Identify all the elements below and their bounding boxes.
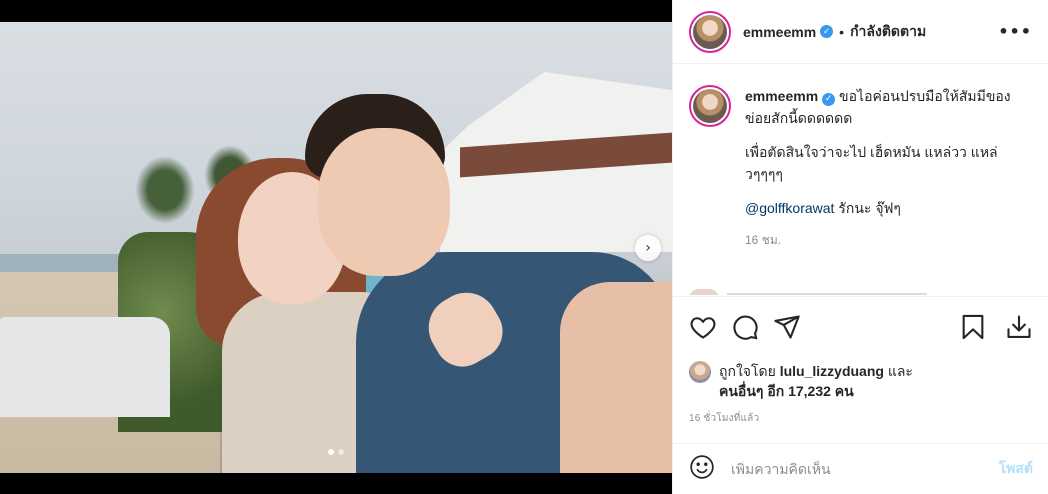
photo-wall — [0, 317, 170, 417]
add-comment-bar: โพสต์ — [673, 443, 1048, 494]
avatar-image — [693, 89, 727, 123]
photo-man-face — [318, 128, 450, 276]
action-bar — [689, 297, 1033, 357]
likes-prefix: ถูกใจโดย — [719, 363, 780, 379]
comment-icon[interactable] — [731, 313, 759, 341]
carousel-next-button[interactable]: › — [635, 235, 661, 261]
actions-area: ถูกใจโดย lulu_lizzyduang และ คนอื่นๆ อีก… — [673, 296, 1048, 426]
carousel-indicator — [0, 449, 672, 455]
likes-summary: ถูกใจโดย lulu_lizzyduang และ คนอื่นๆ อีก… — [719, 361, 913, 401]
post-photo[interactable] — [0, 22, 672, 473]
separator-dot: • — [839, 23, 845, 40]
comment-input[interactable] — [731, 461, 999, 477]
likes-joiner: และ — [883, 363, 913, 379]
post-side-panel: emmeemm ✓ • กำลังติดตาม ••• emmeemm ✓ ขอไ… — [672, 0, 1048, 494]
liker-avatar[interactable] — [689, 361, 711, 383]
mention-suffix: รักนะ จุ๊ฟๆ — [834, 200, 901, 216]
caption-username[interactable]: emmeemm — [745, 88, 818, 104]
chevron-right-icon: › — [645, 240, 651, 256]
photo-arm — [560, 282, 672, 473]
caption-text-line2: เพื่อตัดสินใจว่าจะไป เฮ็ดหมัน แหล่วว แหล… — [745, 144, 998, 182]
download-icon[interactable] — [1005, 313, 1033, 341]
post-comment-button[interactable]: โพสต์ — [999, 458, 1033, 480]
photo-palm — [130, 150, 200, 230]
more-options-button[interactable]: ••• — [998, 22, 1032, 41]
action-bar-right — [959, 313, 1033, 341]
liker-username[interactable]: lulu_lizzyduang — [780, 363, 884, 379]
post-header: emmeemm ✓ • กำลังติดตาม ••• — [673, 0, 1048, 64]
caption-timestamp[interactable]: 16 ชม. — [745, 229, 1033, 251]
following-button[interactable]: กำลังติดตาม — [850, 21, 926, 43]
caption-first-paragraph: emmeemm ✓ ขอไอค่อนปรบมือให้สัมมีของข่อยสั… — [745, 85, 1033, 129]
heart-icon[interactable] — [689, 313, 717, 341]
likes-row: ถูกใจโดย lulu_lizzyduang และ คนอื่นๆ อีก… — [689, 361, 1033, 401]
caption-body: emmeemm ✓ ขอไอค่อนปรบมือให้สัมมีของข่อยสั… — [745, 85, 1033, 251]
mention-link[interactable]: @golffkorawat — [745, 200, 834, 216]
avatar-image — [693, 14, 727, 49]
emoji-icon[interactable] — [689, 454, 715, 485]
comments-section: emmeemm ✓ ขอไอค่อนปรบมือให้สัมมีของข่อยสั… — [673, 65, 1048, 295]
post-timestamp[interactable]: 16 ชั่วโมงที่แล้ว — [689, 411, 1033, 426]
next-comment-preview — [727, 293, 927, 295]
likes-count-link[interactable]: คนอื่นๆ อีก 17,232 คน — [719, 383, 854, 399]
username-link[interactable]: emmeemm — [743, 24, 816, 40]
verified-icon: ✓ — [820, 25, 834, 38]
carousel-dot — [338, 449, 344, 455]
caption-mention-paragraph: @golffkorawat รักนะ จุ๊ฟๆ — [745, 197, 1033, 219]
avatar[interactable] — [689, 85, 731, 127]
share-icon[interactable] — [773, 313, 801, 341]
bookmark-icon[interactable] — [959, 313, 987, 341]
next-comment-avatar — [689, 289, 719, 295]
carousel-dot-active — [328, 449, 334, 455]
avatar[interactable] — [689, 10, 731, 53]
verified-icon: ✓ — [822, 92, 836, 106]
caption: emmeemm ✓ ขอไอค่อนปรบมือให้สัมมีของข่อยสั… — [689, 85, 1033, 251]
post-media: › — [0, 0, 672, 494]
